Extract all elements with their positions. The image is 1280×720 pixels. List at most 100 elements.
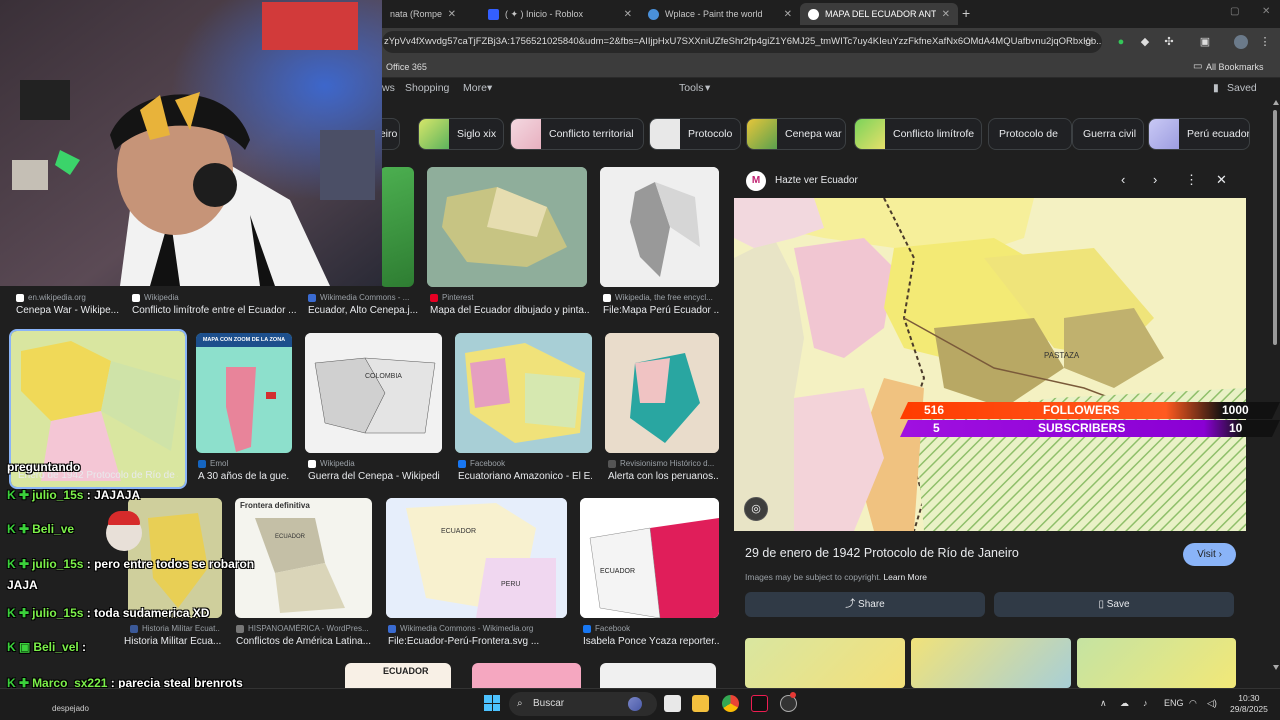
nav-images[interactable]: ws [382, 82, 395, 94]
sidepanel-icon[interactable]: ▣ [1198, 35, 1212, 49]
chip[interactable]: Protocolo [649, 118, 741, 150]
visit-button[interactable]: Visit › [1183, 543, 1236, 566]
start-icon[interactable] [484, 695, 500, 711]
chevron-right-icon[interactable]: › [1153, 172, 1157, 187]
scroll-thumb[interactable] [1273, 110, 1277, 345]
tab-wplace[interactable]: Wplace - Paint the world ✕ [640, 3, 800, 25]
chip[interactable]: Guerra civil [1072, 118, 1144, 150]
nav-more[interactable]: More [463, 82, 487, 94]
close-icon[interactable]: ✕ [942, 9, 950, 20]
image-result[interactable] [600, 663, 716, 688]
map-thumbnail [600, 167, 719, 287]
nav-tools[interactable]: Tools [679, 82, 704, 94]
close-icon[interactable]: ✕ [624, 9, 632, 20]
related-image[interactable] [745, 638, 905, 688]
image-result[interactable]: ECUADOR PERU [386, 498, 567, 618]
search-icon: ⌕ [517, 698, 523, 709]
tab-pinata[interactable]: nata (Rompe La Piñata) ✕ [382, 3, 464, 25]
avatar[interactable] [1234, 35, 1248, 49]
image-result[interactable] [600, 167, 719, 287]
nav-shopping[interactable]: Shopping [405, 82, 449, 94]
page-scrollbar[interactable] [1270, 100, 1280, 680]
volume-icon[interactable]: ◁) [1207, 698, 1217, 709]
result-caption[interactable]: Ecuatoriano Amazonico - El E... [458, 471, 592, 482]
related-image[interactable] [1077, 638, 1236, 688]
save-button[interactable]: ▯ Save [994, 592, 1234, 617]
result-caption[interactable]: File:Ecuador-Perú-Frontera.svg ... [388, 636, 566, 647]
result-caption[interactable]: Mapa del Ecuador dibujado y pinta... [430, 305, 590, 316]
lens-icon[interactable]: ◎ [744, 497, 768, 521]
map-label: PASTAZA [1044, 351, 1080, 360]
tab-roblox[interactable]: ( ✦ ) Inicio - Roblox ✕ [480, 3, 640, 25]
bookmark-office[interactable]: Office 365 [386, 62, 427, 72]
image-result[interactable] [455, 333, 592, 453]
image-result[interactable]: ECUADOR [580, 498, 719, 618]
file-explorer-icon[interactable] [692, 695, 709, 712]
close-icon[interactable]: ✕ [448, 9, 456, 20]
tiktok-icon[interactable] [751, 695, 768, 712]
menu-icon[interactable]: ⋮ [1258, 35, 1272, 49]
chrome-icon[interactable] [722, 695, 739, 712]
clock[interactable]: 10:30 29/8/2025 [1230, 693, 1268, 715]
star-icon[interactable]: ☆ [1081, 35, 1095, 49]
result-caption[interactable]: Isabela Ponce Ycaza reporter... [583, 636, 719, 647]
tab-google-images[interactable]: MAPA DEL ECUADOR ANTES DE ✕ [800, 3, 958, 25]
window-close-icon[interactable]: ✕ [1262, 6, 1270, 17]
chip[interactable]: Cenepa war [746, 118, 846, 150]
chevron-left-icon[interactable]: ‹ [1121, 172, 1125, 187]
related-image[interactable] [911, 638, 1071, 688]
share-button[interactable]: ⤴ Share [745, 592, 985, 617]
result-caption[interactable]: File:Mapa Perú Ecuador ... [603, 305, 719, 316]
mic-icon[interactable]: ♪ [1143, 698, 1148, 708]
image-result[interactable]: MAPA CON ZOOM DE LA ZONA [196, 333, 292, 453]
folder-icon: ▭ [1193, 61, 1203, 72]
map-thumbnail [226, 367, 276, 452]
chip[interactable]: Perú ecuador [1148, 118, 1250, 150]
wikipedia-icon [132, 293, 140, 302]
scroll-up-icon[interactable] [1273, 100, 1279, 105]
address-bar[interactable]: zYpVv4fXwvdg57caTjFZBj3A:1756521025840&u… [382, 31, 1102, 53]
subs-goal: 10 [1229, 421, 1243, 435]
close-icon[interactable]: ✕ [784, 9, 792, 20]
image-result[interactable] [380, 167, 414, 287]
result-caption[interactable]: Cenepa War - Wikipe... [16, 305, 121, 316]
new-tab-button[interactable]: + [962, 5, 970, 21]
image-result[interactable] [605, 333, 719, 453]
extension-icon[interactable]: ● [1114, 35, 1128, 49]
chip[interactable]: Siglo xix [418, 118, 504, 150]
language-indicator[interactable]: ENG [1164, 698, 1184, 708]
nav-saved[interactable]: Saved [1227, 82, 1257, 94]
image-result[interactable]: ECUADOR [345, 663, 451, 688]
search-highlight-icon [628, 697, 642, 711]
learn-more-link[interactable]: Learn More [883, 572, 926, 582]
preview-image[interactable]: PASTAZA [734, 198, 1246, 531]
puzzle-icon[interactable]: ✣ [1162, 35, 1176, 49]
result-caption[interactable]: Ecuador, Alto Cenepa.j... [308, 305, 418, 316]
wifi-icon[interactable]: ◠ [1189, 698, 1197, 709]
close-icon[interactable]: ✕ [1216, 172, 1227, 188]
extension-icon[interactable]: ◆ [1138, 35, 1152, 49]
scroll-down-icon[interactable] [1273, 665, 1279, 670]
image-result[interactable] [472, 663, 581, 688]
weather-text[interactable]: despejado [52, 704, 89, 713]
task-view-icon[interactable] [664, 695, 681, 712]
copyright-note: Images may be subject to copyright. Lear… [745, 572, 927, 582]
image-result[interactable]: COLOMBIA [305, 333, 442, 453]
all-bookmarks[interactable]: All Bookmarks [1206, 62, 1264, 72]
maximize-icon[interactable]: ▢ [1230, 6, 1239, 17]
chevron-up-icon[interactable]: ∧ [1100, 698, 1107, 709]
panel-site-name[interactable]: Hazte ver Ecuador [775, 175, 858, 186]
badge-icon: K ✚ [7, 488, 30, 502]
chip[interactable]: Conflicto limítrofe [854, 118, 982, 150]
chat-message: K ✚ julio_15s : toda sudamerica XD [7, 606, 210, 620]
chip[interactable]: Protocolo de [988, 118, 1072, 150]
panel-image-title[interactable]: 29 de enero de 1942 Protocolo de Río de … [745, 546, 1019, 560]
chat-message: K ✚ Beli_ve [7, 522, 75, 536]
result-caption[interactable]: Alerta con los peruanos... [608, 471, 719, 482]
map-label: ECUADOR [441, 528, 476, 535]
result-caption[interactable]: Conflicto limítrofe entre el Ecuador ... [132, 305, 297, 316]
chip[interactable]: Conflicto territorial [510, 118, 644, 150]
more-vert-icon[interactable]: ⋮ [1185, 172, 1198, 188]
image-result[interactable] [427, 167, 587, 287]
cloud-icon[interactable]: ☁ [1120, 698, 1129, 709]
